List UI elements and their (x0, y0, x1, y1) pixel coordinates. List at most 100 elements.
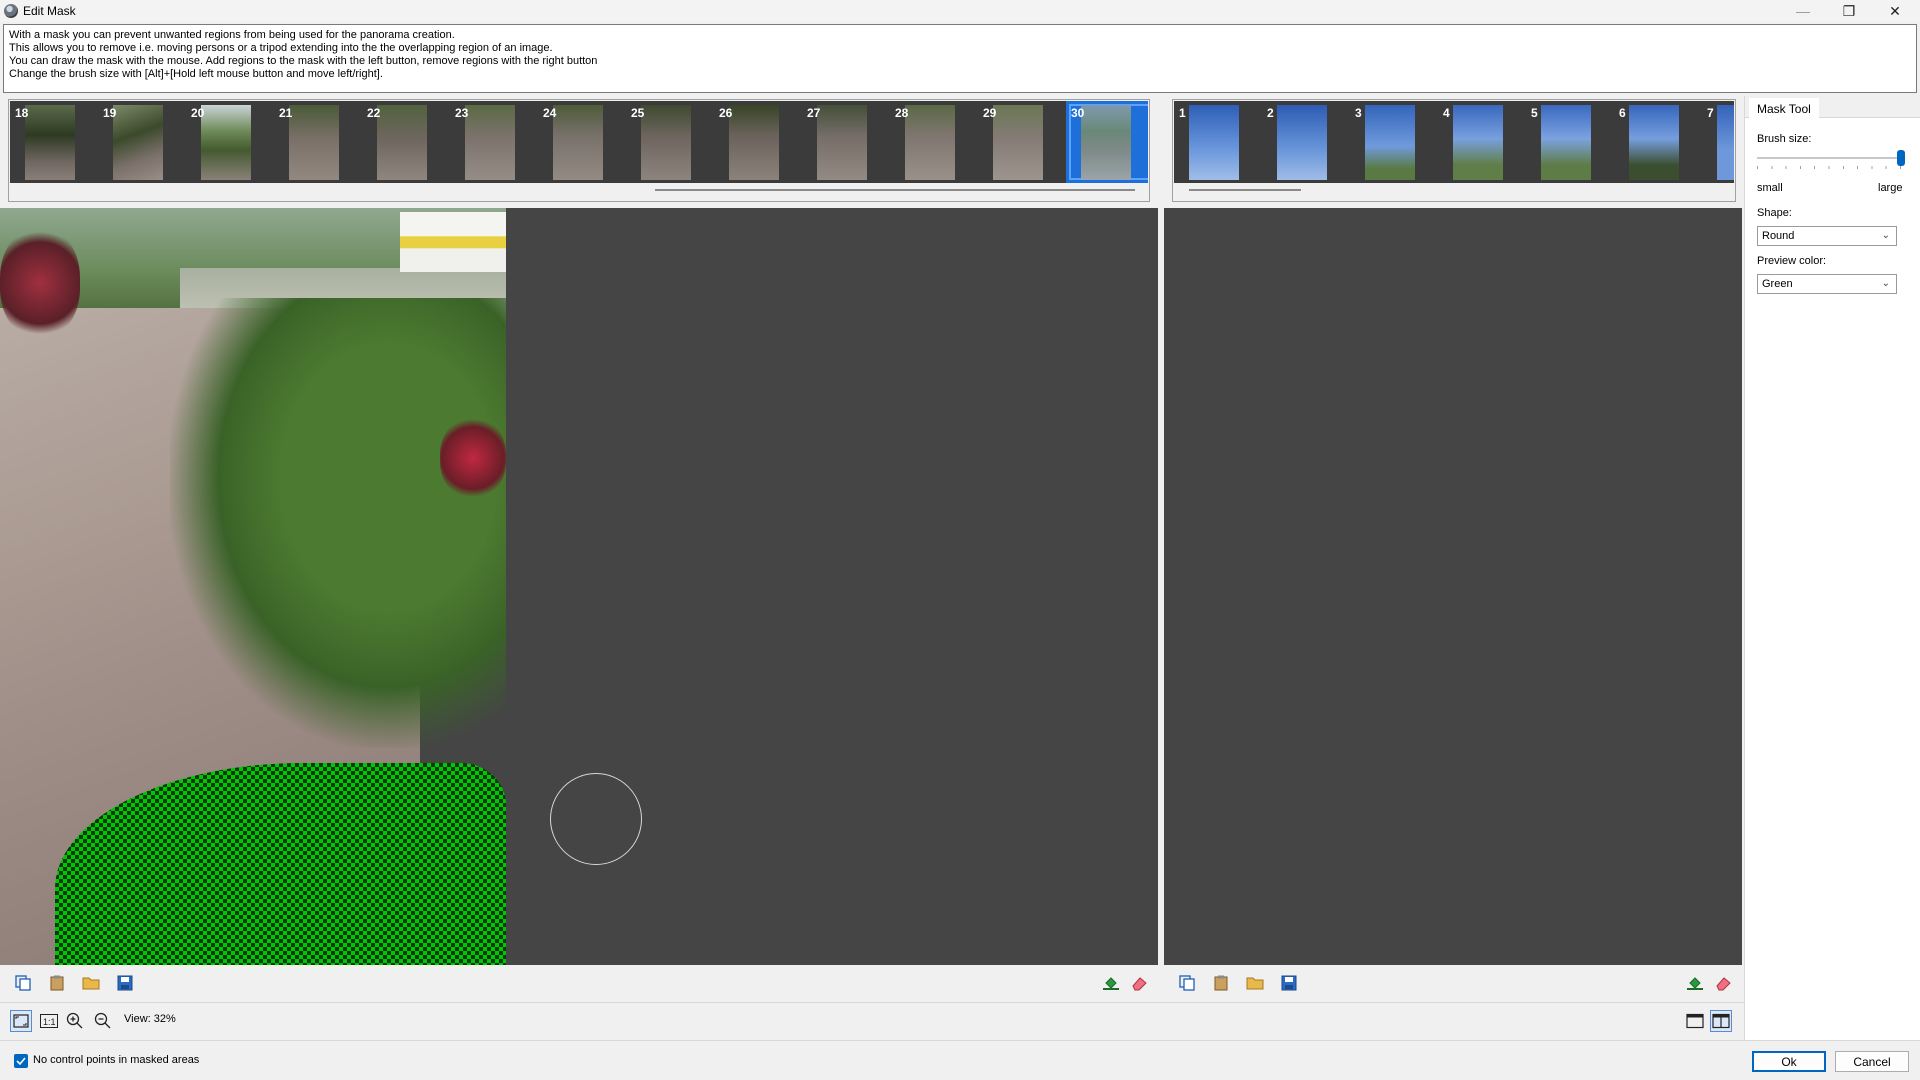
thumbnail-image (289, 105, 339, 180)
thumbnail[interactable]: 4 (1438, 101, 1526, 183)
thumbnail[interactable]: 18 (10, 101, 98, 183)
thumbnail[interactable]: 25 (626, 101, 714, 183)
image-red-shrub (0, 228, 80, 338)
thumbnail-number: 27 (807, 106, 821, 120)
thumbnail-selected[interactable]: 30 (1066, 101, 1148, 183)
thumbnail[interactable]: 29 (978, 101, 1066, 183)
dialog-footer: No control points in masked areas Ok Can… (0, 1040, 1920, 1080)
thumbnail[interactable]: 28 (890, 101, 978, 183)
thumbnail-image (25, 105, 75, 180)
thumbnail-image (201, 105, 251, 180)
brush-size-label: Brush size: (1757, 133, 1812, 145)
image-flower-bed (170, 298, 506, 748)
folder-open-icon[interactable] (1244, 972, 1266, 994)
thumbnail-number: 19 (103, 106, 117, 120)
thumbnail-image (1081, 105, 1131, 180)
thumbnail[interactable]: 20 (186, 101, 274, 183)
slider-max-label: large (1878, 182, 1903, 194)
actual-size-icon[interactable]: 1:1 (38, 1010, 60, 1032)
thumbnail-number: 24 (543, 106, 557, 120)
folder-open-icon[interactable] (80, 972, 102, 994)
thumbnail[interactable]: 1 (1174, 101, 1262, 183)
copy-icon[interactable] (12, 972, 34, 994)
help-line: Change the brush size with [Alt]+[Hold l… (9, 68, 383, 80)
right-thumbnail-row: 1 2 3 4 5 6 7 (1174, 101, 1734, 183)
paste-icon[interactable] (1210, 972, 1232, 994)
chevron-down-icon: ⌄ (1881, 230, 1890, 241)
image-red-flowers (440, 418, 506, 498)
brush-cursor (550, 773, 642, 865)
no-control-points-checkbox[interactable] (14, 1054, 28, 1068)
thumbnail-image (1717, 105, 1734, 180)
preview-color-select[interactable]: Green ⌄ (1757, 274, 1897, 294)
thumbnail[interactable]: 24 (538, 101, 626, 183)
thumbnail[interactable]: 3 (1350, 101, 1438, 183)
thumbnail-image (377, 105, 427, 180)
thumbnail[interactable]: 22 (362, 101, 450, 183)
svg-text:1:1: 1:1 (43, 1017, 56, 1027)
split-view-icon[interactable] (1710, 1010, 1732, 1032)
thumbnail[interactable]: 27 (802, 101, 890, 183)
cancel-button[interactable]: Cancel (1835, 1051, 1909, 1072)
thumbnail[interactable]: 26 (714, 101, 802, 183)
thumbnail[interactable]: 23 (450, 101, 538, 183)
help-line: You can draw the mask with the mouse. Ad… (9, 55, 598, 67)
fill-mask-icon[interactable] (1684, 972, 1706, 994)
eraser-icon[interactable] (1128, 972, 1150, 994)
image-boat (400, 212, 506, 272)
thumbnail-number: 3 (1355, 106, 1362, 120)
brush-size-slider-thumb[interactable] (1897, 150, 1905, 166)
left-panorama-image[interactable] (0, 208, 506, 965)
paste-icon[interactable] (46, 972, 68, 994)
fit-to-window-icon[interactable] (10, 1010, 32, 1032)
close-button[interactable]: ✕ (1872, 0, 1918, 22)
single-view-icon[interactable] (1684, 1010, 1706, 1032)
thumbnail-number: 26 (719, 106, 733, 120)
tab-mask-tool[interactable]: Mask Tool (1749, 98, 1819, 121)
thumbnail[interactable]: 19 (98, 101, 186, 183)
thumbnail[interactable]: 7 (1702, 101, 1734, 183)
zoom-in-icon[interactable] (64, 1010, 86, 1032)
thumbnail-number: 29 (983, 106, 997, 120)
thumbnail-image (553, 105, 603, 180)
shape-label: Shape: (1757, 207, 1792, 219)
thumbnail-number: 21 (279, 106, 293, 120)
eraser-icon[interactable] (1712, 972, 1734, 994)
window-title: Edit Mask (23, 4, 76, 18)
thumbnail-image (905, 105, 955, 180)
right-image-pane[interactable] (1164, 208, 1742, 965)
right-strip-scrollbar[interactable] (1189, 189, 1301, 191)
shape-select[interactable]: Round ⌄ (1757, 226, 1897, 246)
no-control-points-label[interactable]: No control points in masked areas (33, 1054, 199, 1066)
thumbnail-image (641, 105, 691, 180)
thumbnail[interactable]: 21 (274, 101, 362, 183)
thumbnail-number: 28 (895, 106, 909, 120)
chevron-down-icon: ⌄ (1881, 278, 1890, 289)
ok-button[interactable]: Ok (1752, 1051, 1826, 1072)
thumbnail[interactable]: 2 (1262, 101, 1350, 183)
help-text-box: With a mask you can prevent unwanted reg… (3, 24, 1917, 93)
left-image-pane[interactable] (0, 208, 1158, 965)
help-line: With a mask you can prevent unwanted reg… (9, 29, 455, 41)
brush-size-slider-track[interactable] (1757, 157, 1901, 159)
thumbnail-image (729, 105, 779, 180)
app-icon (4, 4, 18, 18)
left-strip-scrollbar[interactable] (655, 189, 1135, 191)
thumbnail-image (1453, 105, 1503, 180)
save-icon[interactable] (1278, 972, 1300, 994)
thumbnail-image (465, 105, 515, 180)
thumbnail[interactable]: 5 (1526, 101, 1614, 183)
thumbnail-number: 1 (1179, 106, 1186, 120)
zoom-out-icon[interactable] (92, 1010, 114, 1032)
copy-icon[interactable] (1176, 972, 1198, 994)
fill-mask-icon[interactable] (1100, 972, 1122, 994)
thumbnail[interactable]: 6 (1614, 101, 1702, 183)
right-thumbnail-strip: 1 2 3 4 5 6 7 (1172, 99, 1736, 202)
minimize-button[interactable]: — (1780, 0, 1826, 22)
thumbnail-image (817, 105, 867, 180)
save-icon[interactable] (114, 972, 136, 994)
maximize-button[interactable]: ❐ (1826, 0, 1872, 22)
mask-tool-panel: Mask Tool Brush size: small large Shape:… (1744, 96, 1920, 1040)
left-thumbnail-strip: 18 19 20 21 22 23 24 25 26 27 28 29 30 (8, 99, 1150, 202)
thumbnail-image (993, 105, 1043, 180)
